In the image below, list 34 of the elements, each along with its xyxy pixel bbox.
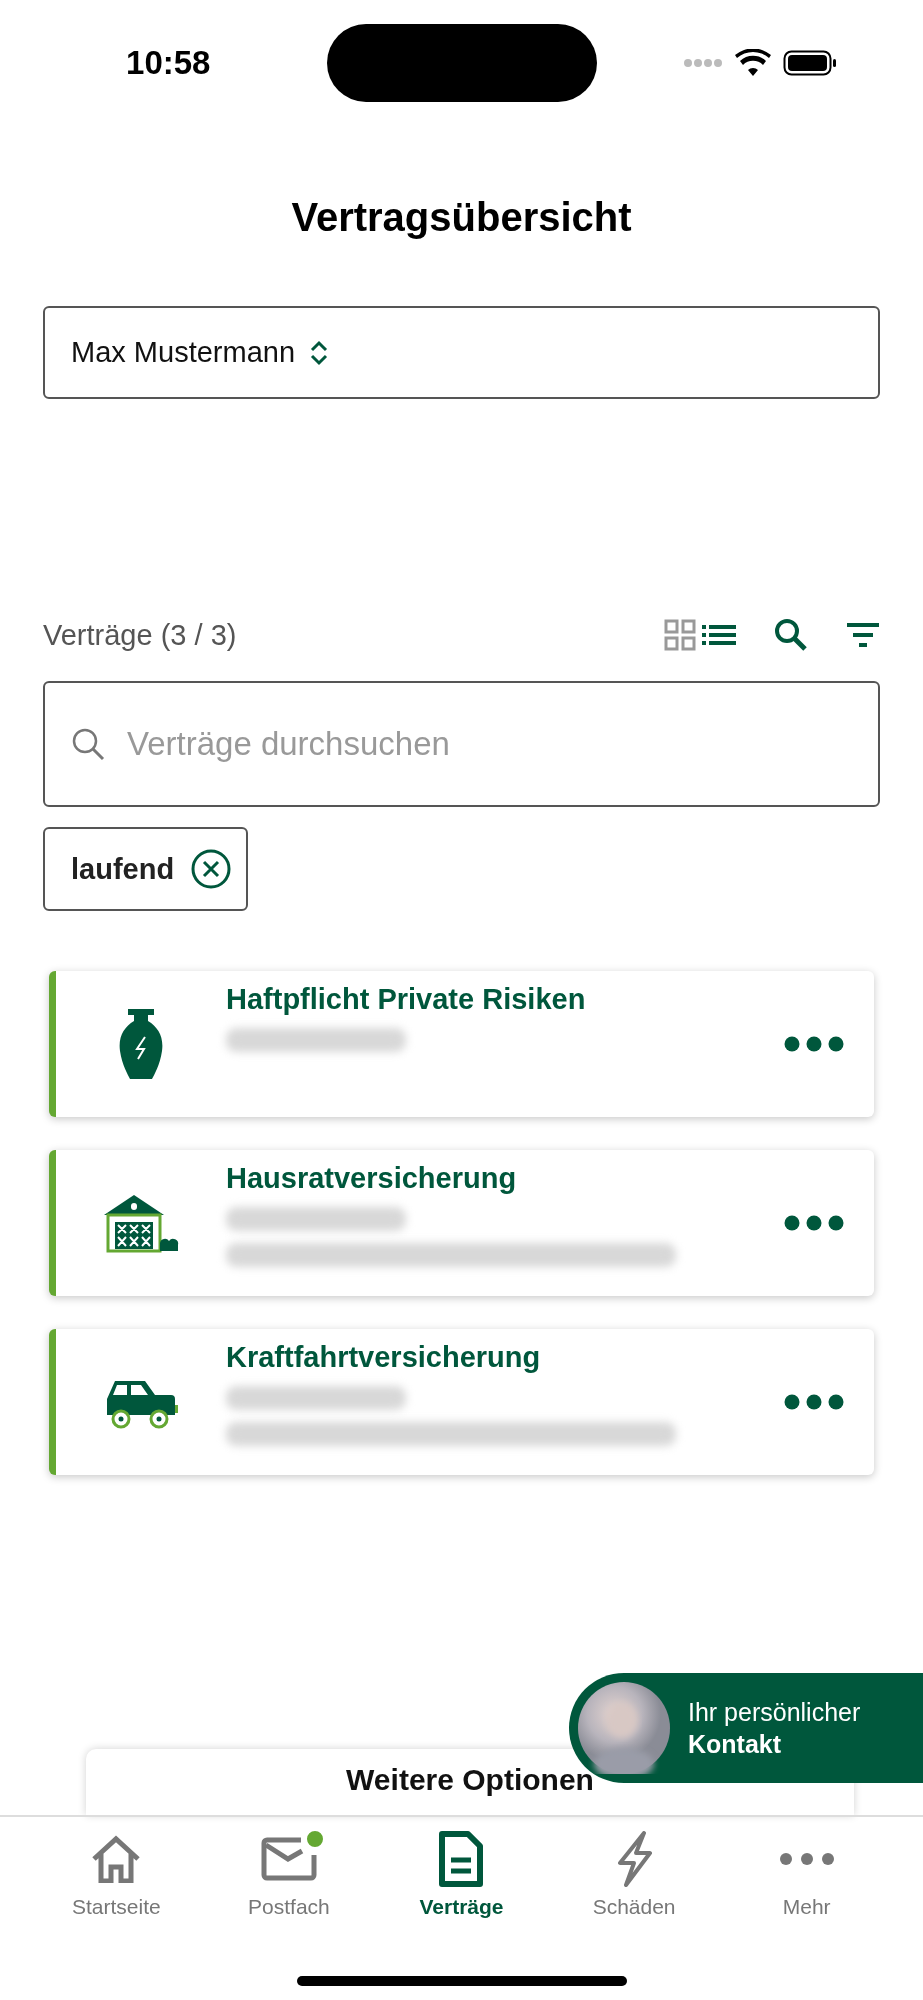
chevron-updown-icon xyxy=(309,338,329,367)
contracts-heading: Verträge (3 / 3) xyxy=(43,618,237,652)
document-icon xyxy=(439,1831,484,1887)
page-title: Vertragsübersicht xyxy=(290,195,633,240)
battery-icon xyxy=(782,49,837,76)
more-icon[interactable] xyxy=(784,1036,844,1052)
mail-icon xyxy=(260,1837,317,1881)
contract-title: Kraftfahrtversicherung xyxy=(226,1341,542,1374)
tab[interactable]: Verträge xyxy=(375,1827,548,1919)
contact-label: Ihr persönlicher xyxy=(688,1696,861,1728)
contact-label: Kontakt xyxy=(688,1729,783,1760)
remove-icon[interactable] xyxy=(190,848,233,890)
tab[interactable]: Postfach xyxy=(202,1827,376,1919)
wifi-icon xyxy=(734,48,771,77)
contract-title: Hausratversicherung xyxy=(226,1162,518,1195)
status-time: 10:58 xyxy=(125,43,211,82)
barn-icon xyxy=(102,1193,180,1253)
tab[interactable]: Startseite xyxy=(30,1827,203,1919)
more-icon[interactable] xyxy=(784,1215,844,1231)
search-icon[interactable] xyxy=(774,618,808,652)
more-icon[interactable] xyxy=(784,1394,844,1410)
search-icon xyxy=(71,727,105,761)
contract-card[interactable]: Kraftfahrtversicherung xyxy=(49,1329,874,1475)
search-field[interactable]: Verträge durchsuchen xyxy=(43,681,880,807)
contract-title: Haftpflicht Private Risiken xyxy=(226,983,587,1016)
person-dropdown[interactable]: Max Mustermann xyxy=(43,306,880,399)
tab[interactable]: Mehr xyxy=(720,1827,893,1919)
filter-icon[interactable] xyxy=(846,622,880,648)
contract-card[interactable]: Haftpflicht Private Risiken xyxy=(49,971,874,1117)
filter-label: laufend xyxy=(71,852,175,886)
contract-card[interactable]: Hausratversicherung xyxy=(49,1150,874,1296)
more-icon xyxy=(778,1852,835,1866)
tab[interactable]: Schäden xyxy=(547,1827,721,1919)
signal-icon xyxy=(682,57,723,68)
